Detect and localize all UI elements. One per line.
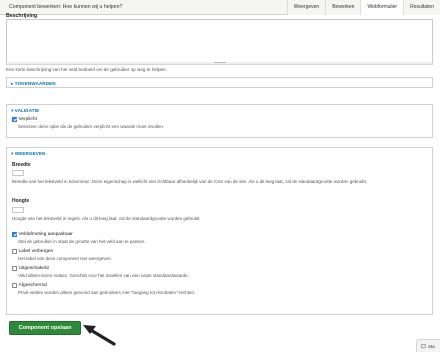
uitgeschakeld-label: Uitgeschakeld: [18, 266, 49, 271]
tokenwaarden-fieldset: ▸ TOKENWAARDEN: [6, 77, 433, 88]
veldafmeting-description: Stel de gebruiker in staat de grootte va…: [18, 239, 146, 244]
tab-weergeven[interactable]: Weergeven: [286, 0, 326, 15]
verplicht-checkbox[interactable]: [12, 117, 17, 122]
chat-icon: [421, 343, 426, 349]
verplicht-label: Verplicht: [18, 117, 37, 122]
afgeschermd-label: Afgeschermd: [18, 283, 47, 288]
weergeven-fieldset: ▾ WEERGEVEN Breedte Breedte van het teks…: [6, 147, 433, 315]
veldafmeting-checkbox[interactable]: [12, 232, 17, 237]
tokenwaarden-toggle[interactable]: ▸ TOKENWAARDEN: [7, 78, 432, 90]
description-help-text: Een korte beschrijving van het veld bedo…: [6, 67, 167, 72]
breedte-description: Breedte van het tekstveld in kolommen. D…: [12, 179, 367, 184]
breedte-input[interactable]: [12, 170, 24, 176]
veldafmeting-label: Veldafmeting aanpasbaar: [18, 232, 73, 237]
dialog-header: Component bewerken: Hoe kunnen wij u hel…: [0, 0, 440, 15]
label-verbergen-option[interactable]: Label verbergen: [12, 249, 53, 254]
save-component-button[interactable]: Component opslaan: [9, 321, 81, 335]
label-verbergen-description: Het label van deze component niet weerge…: [18, 256, 112, 261]
afgeschermd-option[interactable]: Afgeschermd: [12, 283, 47, 288]
uitgeschakeld-checkbox[interactable]: [12, 266, 17, 271]
afgeschermd-description: Privé-velden worden alleen getoond aan g…: [18, 290, 196, 295]
hoogte-description: Hoogte van het tekstveld in regels. Als …: [12, 216, 201, 221]
uitgeschakeld-option[interactable]: Uitgeschakeld: [12, 266, 49, 271]
tab-bewerken[interactable]: Bewerken: [325, 0, 361, 15]
chat-label: Sta: [428, 343, 435, 349]
tab-resultaten[interactable]: Resultaten: [403, 0, 440, 15]
verplicht-option[interactable]: Verplicht: [12, 117, 37, 122]
hoogte-input[interactable]: [12, 207, 24, 213]
validatie-toggle[interactable]: ▾ VALIDATIE: [7, 105, 432, 117]
chat-button[interactable]: Sta: [416, 339, 440, 352]
tab-bar: Weergeven Bewerken Webformulier Resultat…: [286, 0, 440, 15]
tab-webformulier[interactable]: Webformulier: [360, 0, 404, 15]
textarea-resize-handle[interactable]: [6, 62, 433, 65]
validatie-fieldset: ▾ VALIDATIE Verplicht Selecteer deze opt…: [6, 104, 433, 138]
afgeschermd-checkbox[interactable]: [12, 283, 17, 288]
veldafmeting-option[interactable]: Veldafmeting aanpasbaar: [12, 232, 73, 237]
dialog-title: Component bewerken: Hoe kunnen wij u hel…: [9, 4, 123, 10]
arrow-icon: [83, 325, 116, 346]
weergeven-toggle[interactable]: ▾ WEERGEVEN: [7, 148, 432, 160]
verplicht-description: Selecteer deze optie als de gebruiker ve…: [18, 124, 165, 129]
breedte-label: Breedte: [12, 162, 31, 168]
hoogte-label: Hoogte: [12, 198, 30, 204]
label-verbergen-label: Label verbergen: [18, 249, 54, 254]
label-verbergen-checkbox[interactable]: [12, 249, 17, 254]
uitgeschakeld-description: Veld alleen-lezen maken. Geschikt voor h…: [18, 273, 189, 278]
description-textarea[interactable]: [6, 19, 433, 64]
